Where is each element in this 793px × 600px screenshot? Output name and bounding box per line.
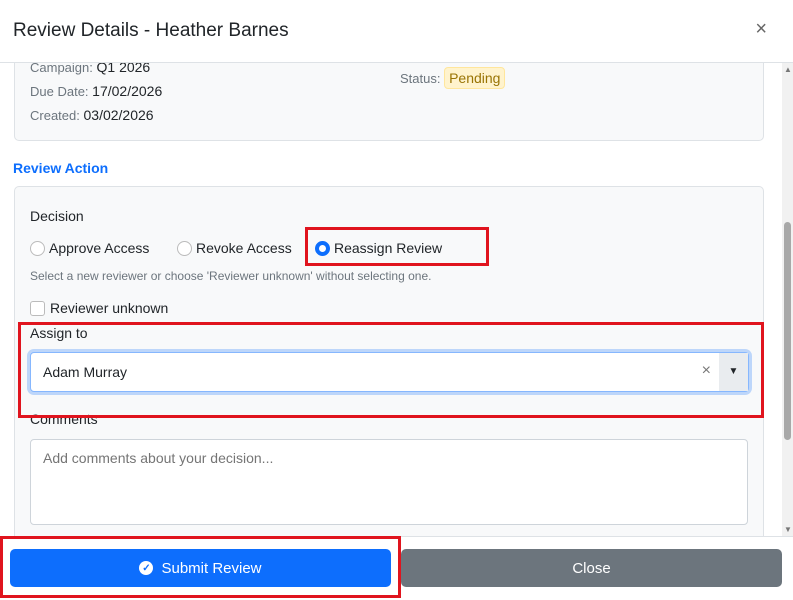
assign-to-select[interactable]: Adam Murray × ▼ [30,352,749,392]
section-title: Review Action [13,160,109,176]
comments-label: Comments [30,411,98,427]
scrollbar-thumb[interactable] [784,222,791,440]
modal-title: Review Details - Heather Barnes [13,20,289,41]
selected-value: Adam Murray [43,364,128,380]
radio-checked-icon[interactable] [315,240,330,256]
check-circle-icon: ✓ [139,561,154,575]
created-row: Created: 03/02/2026 [30,107,154,123]
review-info-card: Campaign: Q1 2026 Due Date: 17/02/2026 C… [14,63,764,141]
checkbox-label: Reviewer unknown [50,300,169,316]
modal-footer: ✓ Submit Review Close [0,536,793,600]
campaign-value: Q1 2026 [96,63,151,75]
created-value: 03/02/2026 [83,107,154,123]
submit-label: Submit Review [161,559,262,577]
campaign-label: Campaign: [30,63,93,75]
close-icon[interactable]: × [755,18,767,41]
status-label: Status: [400,71,441,86]
due-date-label: Due Date: [30,84,89,99]
radio-revoke-access[interactable]: Revoke Access [177,240,292,256]
radio-label: Revoke Access [196,240,292,256]
due-date-row: Due Date: 17/02/2026 [30,83,162,99]
scroll-down-icon[interactable]: ▼ [784,525,792,534]
help-text: Select a new reviewer or choose 'Reviewe… [30,269,432,283]
clear-icon[interactable]: × [702,362,711,380]
radio-reassign-review[interactable]: Reassign Review [315,240,442,256]
close-button[interactable]: Close [401,549,782,587]
comments-textarea[interactable] [30,439,748,525]
radio-label: Approve Access [49,240,150,256]
assign-to-label: Assign to [30,325,88,341]
radio-approve-access[interactable]: Approve Access [30,240,149,256]
submit-review-button[interactable]: ✓ Submit Review [10,549,391,587]
scrollbar[interactable]: ▲ ▼ [782,63,793,536]
status-row: Status: Pending [400,67,506,89]
checkbox-icon[interactable] [30,300,45,316]
scroll-up-icon[interactable]: ▲ [784,65,792,74]
due-date-value: 17/02/2026 [92,83,163,99]
decision-label: Decision [30,208,84,224]
close-label: Close [572,559,611,577]
reviewer-unknown-checkbox[interactable]: Reviewer unknown [30,300,168,316]
modal-header: Review Details - Heather Barnes × [0,0,793,63]
radio-icon[interactable] [177,240,192,256]
radio-icon[interactable] [30,240,45,256]
radio-label: Reassign Review [334,240,443,256]
status-badge: Pending [444,67,506,89]
campaign-row: Campaign: Q1 2026 [30,63,150,75]
review-action-form: Decision Approve Access Revoke Access Re… [14,186,764,536]
dropdown-arrow-icon[interactable]: ▼ [719,353,748,391]
modal-body: Campaign: Q1 2026 Due Date: 17/02/2026 C… [0,63,782,536]
created-label: Created: [30,108,80,123]
